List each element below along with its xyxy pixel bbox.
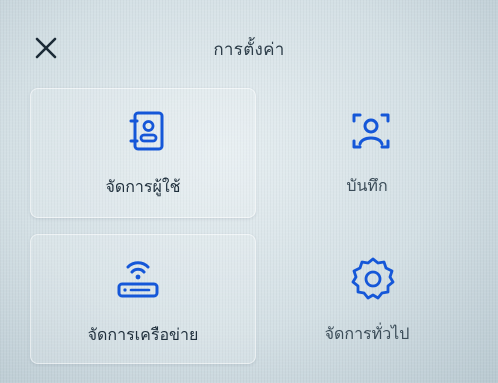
tile-label: บันทึก	[346, 176, 388, 195]
tile-network-management[interactable]: จัดการเครือข่าย	[30, 234, 256, 364]
tile-user-management[interactable]: จัดการผู้ใช้	[30, 88, 256, 218]
gear-icon	[348, 254, 398, 304]
settings-screen: การตั้งค่า จัดการผู้ใช้ บันทึก จัดการเคร…	[0, 0, 498, 383]
page-title: การตั้งค่า	[213, 40, 285, 60]
tile-label: จัดการทั่วไป	[324, 324, 410, 343]
face-scan-icon	[346, 106, 396, 156]
tile-label: จัดการเครือข่าย	[87, 325, 199, 344]
tile-record[interactable]: บันทึก	[262, 88, 472, 218]
tile-general-management[interactable]: จัดการทั่วไป	[262, 234, 472, 364]
contacts-book-icon	[123, 107, 173, 157]
header-bar: การตั้งค่า	[0, 20, 498, 70]
tile-label: จัดการผู้ใช้	[105, 177, 181, 196]
wifi-router-icon	[113, 255, 163, 305]
